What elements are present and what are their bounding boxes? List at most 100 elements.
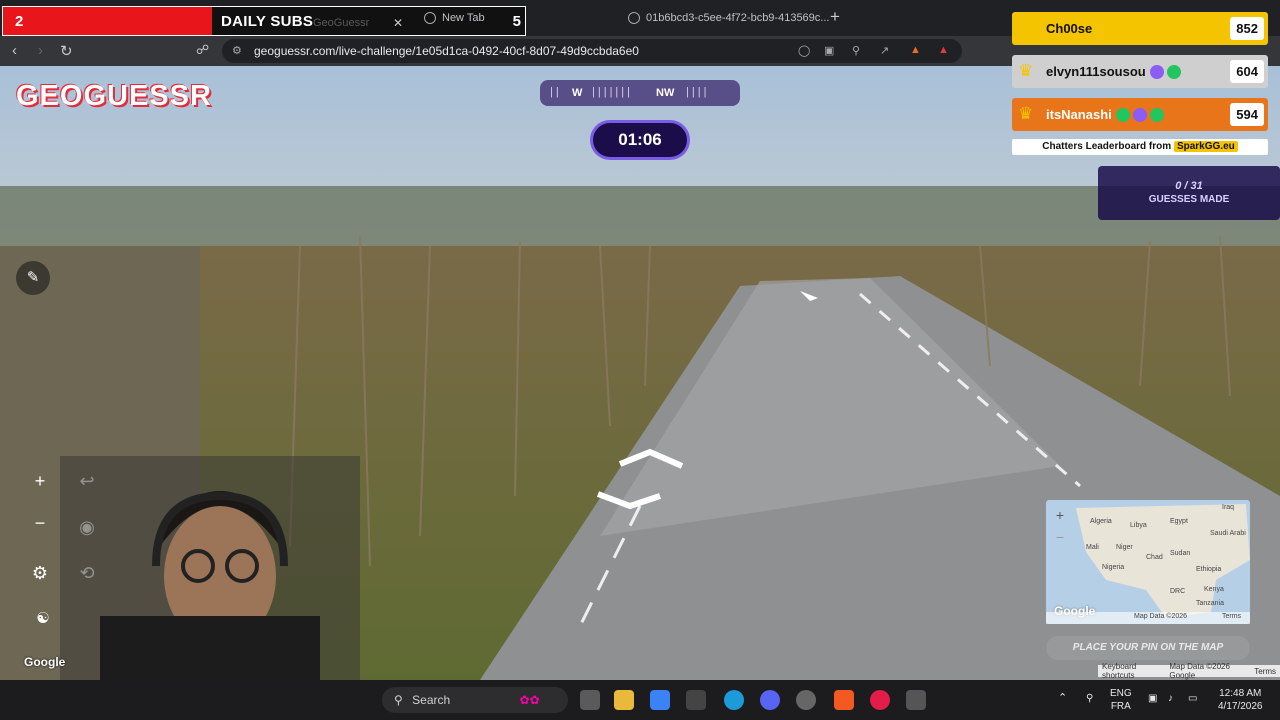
leaderboard-entry-3: ♛ itsNanashi 594 — [1012, 98, 1268, 131]
map-label: Libya — [1130, 522, 1147, 529]
crown-icon: ♛ — [1018, 60, 1034, 80]
leaderboard-name: elvyn111sousou — [1046, 64, 1230, 80]
battery-icon[interactable]: ▭ — [1188, 692, 1197, 705]
subs-start-value: 2 — [15, 13, 24, 30]
map-label: Sudan — [1170, 550, 1191, 557]
zoom-in-button[interactable]: + — [25, 466, 55, 496]
keyboard-shortcuts-link[interactable]: Keyboard shortcuts — [1102, 662, 1163, 680]
tab-label: New Tab — [442, 12, 485, 24]
share-icon[interactable]: ↗ — [880, 44, 889, 57]
network-icon[interactable]: ▣ — [1148, 692, 1157, 705]
crown-icon: ♛ — [1018, 103, 1034, 123]
guesses-label: GUESSES MADE — [1148, 194, 1230, 205]
obs-icon[interactable] — [796, 690, 816, 710]
gift-badge-icon — [1115, 108, 1130, 123]
leaderboard-name: itsNanashi — [1046, 107, 1230, 123]
volume-icon[interactable]: ♪ — [1168, 692, 1173, 705]
tray-chevron-icon[interactable]: ⌃ — [1058, 692, 1067, 705]
leaderboard-entry-2: ♛ elvyn111sousou 604 — [1012, 55, 1268, 88]
video-off-icon[interactable]: ◯ — [798, 44, 810, 57]
map-label: Mali — [1086, 544, 1099, 551]
guesses-made-panel: 0 / 31 GUESSES MADE — [1098, 166, 1280, 220]
map-label: DRC — [1170, 588, 1186, 595]
minimap-footer: Map Data ©2026 Terms — [1046, 612, 1250, 624]
leaderboard-entry-1: ♛ Ch00se 852 — [1012, 12, 1268, 45]
back-arrow-icon[interactable]: ‹ — [12, 42, 17, 59]
webcam-overlay — [60, 456, 360, 680]
minimap-zoom-out[interactable]: − — [1046, 522, 1074, 550]
reload-icon[interactable]: ↻ — [60, 42, 73, 60]
url-text: geoguessr.com/live-challenge/1e05d1ca-04… — [254, 44, 639, 58]
leaderboard-score: 594 — [1230, 103, 1264, 126]
tab-uuid[interactable]: 01b6bcd3-c5ee-4f72-bcb9-413569c... — [628, 10, 829, 26]
place-pin-button[interactable]: PLACE YOUR PIN ON THE MAP — [1046, 636, 1250, 660]
edge-icon[interactable] — [724, 690, 744, 710]
map-label: Algeria — [1090, 518, 1112, 525]
taskbar-search[interactable]: ⚲ Search ✿✿ — [382, 687, 568, 713]
settings-gear-icon[interactable]: ⚙ — [25, 558, 55, 588]
new-tab-button[interactable]: + — [830, 7, 840, 27]
map-label: Nigeria — [1102, 564, 1125, 571]
leaderboard-caption: Chatters Leaderboard from SparkGG.eu — [1012, 139, 1268, 155]
snipping-tool-icon[interactable] — [906, 690, 926, 710]
compass: || W ||||||| NW |||| — [540, 80, 740, 106]
opera-icon[interactable] — [870, 690, 890, 710]
prime-badge-icon — [1132, 108, 1147, 123]
app-icon[interactable] — [686, 690, 706, 710]
chat-icon[interactable]: ✎ — [16, 261, 50, 295]
leaderboard-name: Ch00se — [1046, 21, 1093, 36]
task-view-icon[interactable] — [580, 690, 600, 710]
tulip-icon: ✿✿ — [519, 693, 540, 707]
prime-badge-icon — [1149, 65, 1164, 80]
star-badge-icon — [1149, 108, 1164, 123]
map-label: Tanzania — [1196, 600, 1225, 607]
guesses-count: 0 / 31 — [1175, 180, 1203, 192]
discord-icon[interactable] — [760, 690, 780, 710]
windows-taskbar: ⚲ Search ✿✿ ⌃ ⚲ ENG FRA ▣ ♪ ▭ 12:48 AM 4… — [0, 680, 1280, 720]
google-attribution: Google — [24, 655, 66, 669]
map-label: Ethiopia — [1196, 566, 1222, 573]
map-label: Iraq — [1222, 504, 1235, 511]
shield-icon — [424, 12, 436, 24]
map-label: Egypt — [1170, 518, 1188, 525]
map-data-text: Map Data ©2026 Google — [1169, 662, 1230, 680]
brave-rewards-icon[interactable]: ▲ — [938, 44, 949, 56]
store-icon[interactable] — [650, 690, 670, 710]
guess-minimap[interactable]: + − Algeria Libya Egypt Iraq Saudi Arabi… — [1046, 500, 1250, 624]
compass-west: W — [572, 87, 583, 99]
microphone-icon[interactable]: ⚲ — [1086, 692, 1093, 705]
key-icon[interactable]: ⚲ — [852, 44, 860, 57]
sparkgg-brand: SparkGG.eu — [1173, 141, 1238, 152]
brave-shield-icon[interactable]: ▲ — [910, 44, 921, 56]
site-info-icon[interactable]: ⚙ — [232, 44, 242, 57]
map-label: Kenya — [1204, 586, 1224, 593]
map-label: Chad — [1146, 554, 1163, 561]
zoom-out-button[interactable]: − — [25, 508, 55, 538]
geoguessr-logo: GEOGUESSR — [16, 80, 212, 112]
language-indicator[interactable]: ENG FRA — [1110, 687, 1132, 713]
compass-northwest: NW — [656, 87, 675, 99]
round-timer: 01:06 — [590, 120, 690, 160]
map-label: Niger — [1116, 544, 1133, 551]
players-icon[interactable]: ☯ — [28, 604, 58, 634]
search-label: Search — [412, 693, 451, 707]
leaderboard-score: 604 — [1230, 60, 1264, 83]
forward-arrow-icon[interactable]: › — [38, 42, 43, 59]
tab-close-icon[interactable]: ✕ — [393, 16, 403, 30]
search-icon: ⚲ — [394, 693, 403, 707]
subs-title: DAILY SUBS — [221, 13, 314, 30]
bookmark-icon[interactable]: ☍ — [196, 42, 209, 58]
subs-progress-fill — [3, 7, 212, 35]
clock[interactable]: 12:48 AM 4/17/2026 — [1218, 687, 1263, 713]
leaderboard-score: 852 — [1230, 17, 1264, 40]
screen-icon[interactable]: ▣ — [824, 44, 834, 57]
url-field[interactable]: ⚙ geoguessr.com/live-challenge/1e05d1ca-… — [222, 39, 962, 63]
tab-label: 01b6bcd3-c5ee-4f72-bcb9-413569c... — [646, 12, 830, 24]
file-explorer-icon[interactable] — [614, 690, 634, 710]
tab-geoguessr-label[interactable]: GeoGuessr — [313, 17, 369, 29]
terms-link[interactable]: Terms — [1254, 667, 1276, 676]
tab-new-tab[interactable]: New Tab — [424, 10, 485, 26]
globe-icon — [628, 12, 640, 24]
star-badge-icon — [1166, 65, 1181, 80]
brave-icon[interactable] — [834, 690, 854, 710]
